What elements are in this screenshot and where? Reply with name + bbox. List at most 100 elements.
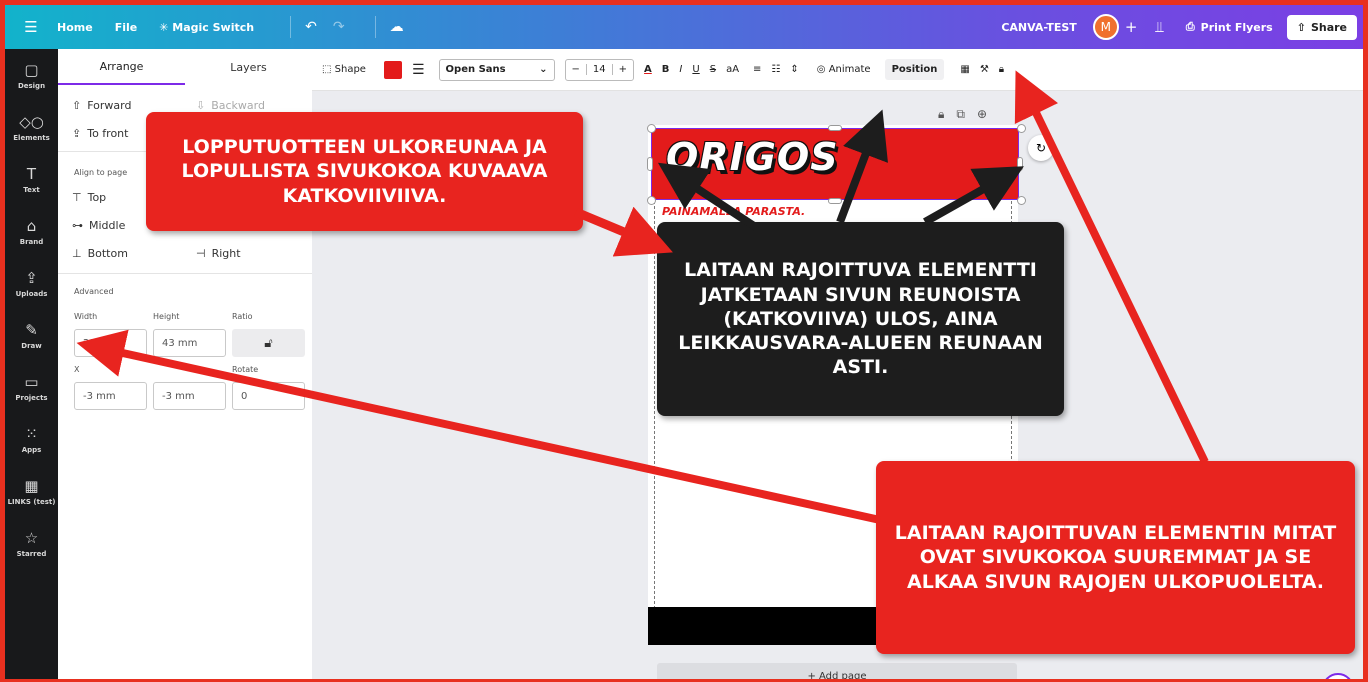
undo-icon[interactable]: ↶ — [305, 19, 317, 35]
paint-format-icon[interactable]: ⚒ — [980, 64, 989, 75]
print-flyers-button[interactable]: ⎙ Print Flyers — [1178, 15, 1281, 39]
resize-handle[interactable] — [1017, 196, 1026, 205]
font-size-value[interactable]: 14 — [585, 64, 613, 75]
rail-projects[interactable]: ▭ Projects — [5, 361, 58, 413]
project-name[interactable]: CANVA-TEST — [1001, 21, 1076, 34]
resize-handle[interactable] — [647, 196, 656, 205]
cloud-save-icon[interactable]: ☁ — [390, 19, 404, 35]
position-button[interactable]: Position — [884, 59, 945, 80]
rail-uploads[interactable]: ⇪ Uploads — [5, 257, 58, 309]
page-tools: 🔒︎ ⧉ ⊕ — [938, 107, 987, 122]
color-button[interactable] — [383, 60, 402, 79]
backward-icon: ⇩ — [196, 99, 206, 112]
shape-label: Shape — [334, 64, 366, 75]
resize-handle[interactable] — [828, 198, 842, 204]
x-field[interactable]: -3 mm — [74, 382, 147, 410]
help-icon[interactable] — [1322, 673, 1354, 679]
analytics-icon[interactable]: ⫫ — [1155, 18, 1163, 36]
decrease-icon[interactable]: − — [566, 64, 586, 75]
menu-icon[interactable]: ☰ — [5, 18, 57, 36]
height-label: Height — [153, 312, 180, 321]
rotate-field[interactable]: 0 — [232, 382, 305, 410]
transparency-icon[interactable]: ▦ — [960, 64, 969, 75]
italic-icon[interactable]: I — [679, 64, 682, 75]
selected-banner[interactable]: ORIGOS — [651, 128, 1019, 200]
avatar[interactable]: M — [1092, 14, 1119, 40]
border-style-icon[interactable]: ☰ — [412, 62, 425, 78]
to-front-button[interactable]: ⇪ To front — [72, 127, 128, 140]
add-collaborator-icon[interactable]: + — [1125, 18, 1138, 36]
align-right-icon: ⊣ — [196, 247, 206, 260]
font-dropdown[interactable]: Open Sans ⌄ — [438, 58, 555, 81]
font-size-stepper[interactable]: −14 + — [564, 58, 635, 81]
backward-label: Backward — [211, 99, 265, 112]
chevron-down-icon: ⌄ — [539, 64, 548, 75]
rail-elements[interactable]: ◇○ Elements — [5, 101, 58, 153]
rail-brand[interactable]: ⌂ Brand — [5, 205, 58, 257]
align-top-button[interactable]: ⊤ Top — [72, 191, 106, 204]
resize-handle[interactable] — [1017, 124, 1026, 133]
tab-layers[interactable]: Layers — [185, 51, 312, 84]
bold-icon[interactable]: B — [662, 64, 670, 75]
rail-starred[interactable]: ☆ Starred — [5, 517, 58, 569]
rail-draw[interactable]: ✎ Draw — [5, 309, 58, 361]
resize-handle[interactable] — [647, 157, 653, 171]
increase-icon[interactable]: + — [613, 64, 633, 75]
home-link[interactable]: Home — [57, 21, 93, 34]
align-middle-button[interactable]: ⊶ Middle — [72, 219, 125, 232]
rail-text[interactable]: T Text — [5, 153, 58, 205]
resize-handle[interactable] — [647, 124, 656, 133]
y-field[interactable]: -3 mm — [153, 382, 226, 410]
divider — [374, 16, 376, 38]
case-icon[interactable]: aA — [726, 64, 739, 75]
rail-design[interactable]: ▢ Design — [5, 49, 58, 101]
add-page-icon[interactable]: ⊕ — [977, 107, 987, 122]
tagline[interactable]: PAINAMALLA PARASTA. — [662, 205, 805, 218]
resize-handle[interactable] — [828, 125, 842, 131]
align-right-button[interactable]: ⊣ Right — [196, 247, 241, 260]
height-field[interactable]: 43 mm — [153, 329, 226, 357]
tab-arrange[interactable]: Arrange — [58, 50, 185, 85]
file-menu[interactable]: File — [115, 21, 138, 34]
spacing-icon[interactable]: ⇕ — [790, 64, 798, 75]
magic-switch-button[interactable]: ✳ Magic Switch — [159, 21, 254, 34]
duplicate-page-icon[interactable]: ⧉ — [956, 107, 965, 122]
sparkle-icon: ✳ — [159, 20, 173, 34]
align-icon[interactable]: ≡ — [753, 64, 761, 75]
rail-label: Design — [17, 81, 46, 90]
animate-button[interactable]: ◎ Animate — [817, 64, 871, 75]
align-bottom-icon: ⊥ — [72, 247, 82, 260]
list-icon[interactable]: ☷ — [771, 64, 780, 75]
rail-apps[interactable]: ⁙ Apps — [5, 413, 58, 465]
width-field[interactable]: 216 mm — [74, 329, 147, 357]
shape-button[interactable]: ⬚ Shape — [322, 64, 366, 75]
forward-button[interactable]: ⇧ Forward — [72, 99, 131, 112]
ratio-lock-icon[interactable]: 🔓︎ — [232, 329, 305, 357]
rotate-icon[interactable]: ↻ — [1028, 135, 1054, 161]
lock-page-icon[interactable]: 🔒︎ — [938, 107, 944, 122]
strikethrough-icon[interactable]: S — [710, 64, 716, 75]
text-color-icon[interactable]: A — [644, 64, 652, 75]
top-bar: ☰ Home File ✳ Magic Switch ↶ ↷ ☁ CANVA-T… — [5, 5, 1363, 49]
share-label: Share — [1310, 20, 1347, 34]
layout-icon: ▢ — [24, 60, 39, 79]
logo-text[interactable]: ORIGOS — [666, 135, 839, 179]
rail-label: Brand — [19, 237, 44, 246]
left-rail: ▢ Design ◇○ Elements T Text ⌂ Brand ⇪ Uploads… — [5, 49, 58, 679]
x-label: X — [74, 365, 80, 374]
lock-icon[interactable]: 🔒︎ — [999, 64, 1004, 75]
to-front-label: To front — [87, 127, 129, 140]
backward-button[interactable]: ⇩ Backward — [196, 99, 265, 112]
underline-icon[interactable]: U — [692, 64, 699, 75]
rail-label: Projects — [15, 393, 48, 402]
advanced-heading: Advanced — [74, 287, 114, 296]
align-bottom-label: Bottom — [87, 247, 128, 260]
animate-label: Animate — [828, 64, 871, 75]
add-page-button[interactable]: + Add page — [657, 663, 1017, 679]
resize-handle[interactable] — [1017, 157, 1023, 171]
share-button[interactable]: ⇧ Share — [1286, 14, 1357, 40]
rail-label: Starred — [16, 549, 47, 558]
redo-icon[interactable]: ↷ — [333, 19, 345, 35]
align-bottom-button[interactable]: ⊥ Bottom — [72, 247, 128, 260]
rail-links[interactable]: ▦ LINKS (test) — [5, 465, 58, 517]
